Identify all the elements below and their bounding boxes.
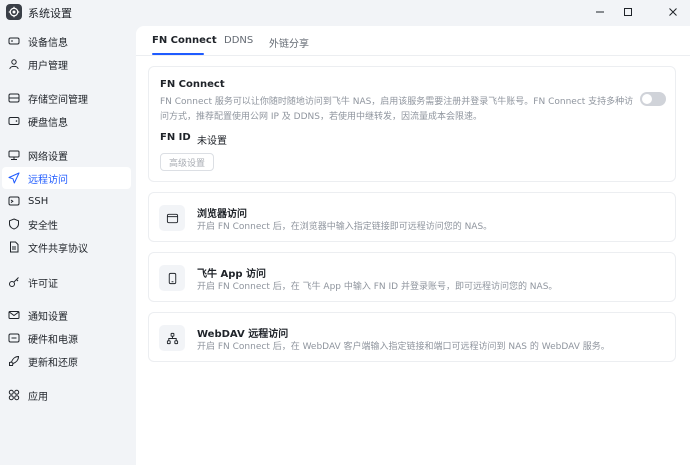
key-icon (8, 276, 20, 288)
webdav-access-card: WebDAV 远程访问 开启 FN Connect 后，在 WebDAV 客户端… (148, 312, 676, 362)
tab-bar: FN Connect DDNS 外链分享 (136, 26, 690, 56)
user-icon (8, 58, 20, 70)
title-bar: 系统设置 (0, 0, 690, 26)
storage-icon (8, 92, 20, 104)
tab-fn-connect[interactable]: FN Connect (152, 35, 217, 46)
sidebar-item-network[interactable]: 网络设置 (2, 144, 131, 166)
tab-external-share[interactable]: 外链分享 (269, 35, 309, 50)
browser-access-card: 浏览器访问 开启 FN Connect 后，在浏览器中输入指定链接即可远程访问您… (148, 192, 676, 242)
sidebar-item-label: 许可证 (28, 278, 58, 290)
sidebar-item-notifications[interactable]: 通知设置 (2, 304, 131, 326)
app-access-card: 飞牛 App 访问 开启 FN Connect 后，在 飞牛 App 中输入 F… (148, 252, 676, 302)
sidebar-item-label: 设备信息 (28, 37, 68, 49)
toggle-knob (642, 94, 652, 104)
sidebar-item-label: 硬盘信息 (28, 117, 68, 129)
minimize-icon (596, 11, 604, 13)
sidebar-item-label: 通知设置 (28, 311, 68, 323)
sidebar-item-apps[interactable]: 应用 (2, 384, 131, 406)
sidebar-item-hardware-power[interactable]: 硬件和电源 (2, 327, 131, 349)
sidebar-item-label: 安全性 (28, 220, 58, 232)
network-tree-icon (159, 325, 185, 351)
fn-id-value: 未设置 (197, 136, 227, 147)
disk-icon (8, 115, 20, 127)
maximize-icon (624, 8, 632, 16)
rocket-icon (8, 355, 20, 367)
app-access-description: 开启 FN Connect 后，在 飞牛 App 中输入 FN ID 并登录账号… (197, 282, 558, 292)
settings-gear-icon (6, 4, 22, 20)
shield-icon (8, 218, 20, 230)
maximize-button[interactable] (618, 3, 638, 21)
send-icon (8, 172, 20, 184)
sidebar-item-security[interactable]: 安全性 (2, 213, 131, 235)
sidebar-item-ssh[interactable]: SSH (2, 190, 131, 212)
sidebar-item-label: 硬件和电源 (28, 334, 78, 346)
terminal-icon (8, 195, 20, 207)
fn-id-label: FN ID (160, 132, 191, 143)
sidebar-item-update-restore[interactable]: 更新和还原 (2, 350, 131, 372)
fn-connect-title: FN Connect (160, 79, 225, 90)
sidebar-item-file-sharing[interactable]: 文件共享协议 (2, 236, 131, 258)
webdav-access-title: WebDAV 远程访问 (197, 329, 289, 340)
webdav-access-description: 开启 FN Connect 后，在 WebDAV 客户端输入指定链接和端口可远程… (197, 342, 610, 352)
close-icon (669, 8, 677, 16)
app-access-title: 飞牛 App 访问 (197, 269, 267, 280)
sidebar-item-user-management[interactable]: 用户管理 (2, 53, 131, 75)
sidebar-item-label: 存储空间管理 (28, 94, 88, 106)
sidebar-item-label: 远程访问 (28, 174, 68, 186)
sidebar-item-label: 网络设置 (28, 151, 68, 163)
file-icon (8, 241, 20, 253)
sidebar-item-label: 文件共享协议 (28, 243, 88, 255)
fn-connect-card: FN Connect FN Connect 服务可以让你随时随地访问到飞牛 NA… (148, 66, 676, 182)
window-title: 系统设置 (28, 7, 72, 20)
tab-ddns[interactable]: DDNS (224, 35, 253, 46)
browser-access-title: 浏览器访问 (197, 209, 247, 220)
fn-connect-description: FN Connect 服务可以让你随时随地访问到飞牛 NAS，启用该服务需要注册… (160, 97, 634, 122)
sidebar-item-remote-access[interactable]: 远程访问 (2, 167, 131, 189)
browser-access-description: 开启 FN Connect 后，在浏览器中输入指定链接即可远程访问您的 NAS。 (197, 222, 493, 232)
phone-icon (159, 265, 185, 291)
network-icon (8, 149, 20, 161)
apps-icon (8, 389, 20, 401)
sidebar: 设备信息 用户管理 存储空间管理 硬盘信息 网络设置 远程访问 SSH 安全性 … (0, 26, 136, 465)
sidebar-item-disk-info[interactable]: 硬盘信息 (2, 110, 131, 132)
sidebar-item-storage[interactable]: 存储空间管理 (2, 87, 131, 109)
close-button[interactable] (663, 3, 683, 21)
fn-connect-toggle[interactable] (640, 92, 666, 106)
minimize-button[interactable] (590, 3, 610, 21)
advanced-settings-button[interactable]: 高级设置 (160, 153, 215, 171)
active-tab-indicator (152, 53, 204, 55)
device-icon (8, 35, 20, 47)
sidebar-item-label: 应用 (28, 391, 48, 403)
sidebar-item-label: 用户管理 (28, 60, 68, 72)
main-panel: FN Connect DDNS 外链分享 FN Connect FN Conne… (136, 26, 690, 465)
sidebar-item-label: 更新和还原 (28, 357, 78, 369)
mail-icon (8, 309, 20, 321)
sidebar-item-label: SSH (28, 195, 49, 207)
chip-icon (8, 332, 20, 344)
browser-icon (159, 205, 185, 231)
sidebar-item-license[interactable]: 许可证 (2, 271, 131, 293)
sidebar-item-device-info[interactable]: 设备信息 (2, 30, 131, 52)
